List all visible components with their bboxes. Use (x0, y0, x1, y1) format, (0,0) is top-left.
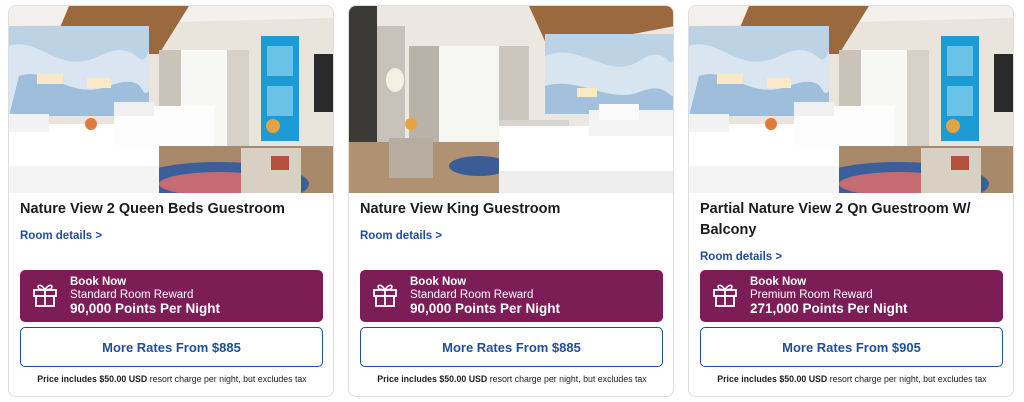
points-per-night: 271,000 Points Per Night (750, 301, 908, 316)
price-note-amount: Price includes $50.00 USD (717, 374, 828, 384)
points-per-night: 90,000 Points Per Night (70, 301, 221, 316)
price-note-text: resort charge per night, but excludes ta… (827, 374, 987, 384)
room-details-link[interactable]: Room details > (700, 251, 782, 263)
room-details-link[interactable]: Room details > (360, 230, 442, 242)
room-title: Nature View 2 Queen Beds Guestroom (20, 201, 285, 217)
book-now-reward-button[interactable]: Book Now Standard Room Reward 90,000 Poi… (360, 270, 663, 322)
room-photo[interactable] (9, 6, 334, 193)
more-rates-button[interactable]: More Rates From $885 (360, 327, 663, 367)
gift-icon (373, 284, 397, 307)
points-per-night: 90,000 Points Per Night (410, 301, 561, 316)
room-title: Partial Nature View 2 Qn Guestroom W/ Ba… (700, 201, 971, 238)
more-rates-button[interactable]: More Rates From $905 (700, 327, 1003, 367)
price-note-text: resort charge per night, but excludes ta… (147, 374, 307, 384)
price-note: Price includes $50.00 USD resort charge … (689, 374, 1013, 384)
more-rates-button[interactable]: More Rates From $885 (20, 327, 323, 367)
price-note-text: resort charge per night, but excludes ta… (487, 374, 647, 384)
gift-icon (33, 284, 57, 307)
book-now-reward-button[interactable]: Book Now Premium Room Reward 271,000 Poi… (700, 270, 1003, 322)
price-note-amount: Price includes $50.00 USD (377, 374, 488, 384)
book-now-label: Book Now (750, 276, 807, 288)
room-photo[interactable] (689, 6, 1014, 193)
book-now-reward-button[interactable]: Book Now Standard Room Reward 90,000 Poi… (20, 270, 323, 322)
price-note: Price includes $50.00 USD resort charge … (349, 374, 673, 384)
price-note: Price includes $50.00 USD resort charge … (9, 374, 333, 384)
room-card: Nature View King Guestroom Room details … (348, 5, 674, 397)
room-card: Nature View 2 Queen Beds Guestroom Room … (8, 5, 334, 397)
room-cards-list: Nature View 2 Queen Beds Guestroom Room … (0, 0, 1024, 402)
gift-icon (713, 284, 737, 307)
room-details-link[interactable]: Room details > (20, 230, 102, 242)
room-title: Nature View King Guestroom (360, 201, 561, 217)
room-photo[interactable] (349, 6, 674, 193)
book-now-label: Book Now (70, 276, 127, 288)
book-now-label: Book Now (410, 276, 467, 288)
room-card: Partial Nature View 2 Qn Guestroom W/ Ba… (688, 5, 1014, 397)
price-note-amount: Price includes $50.00 USD (37, 374, 148, 384)
